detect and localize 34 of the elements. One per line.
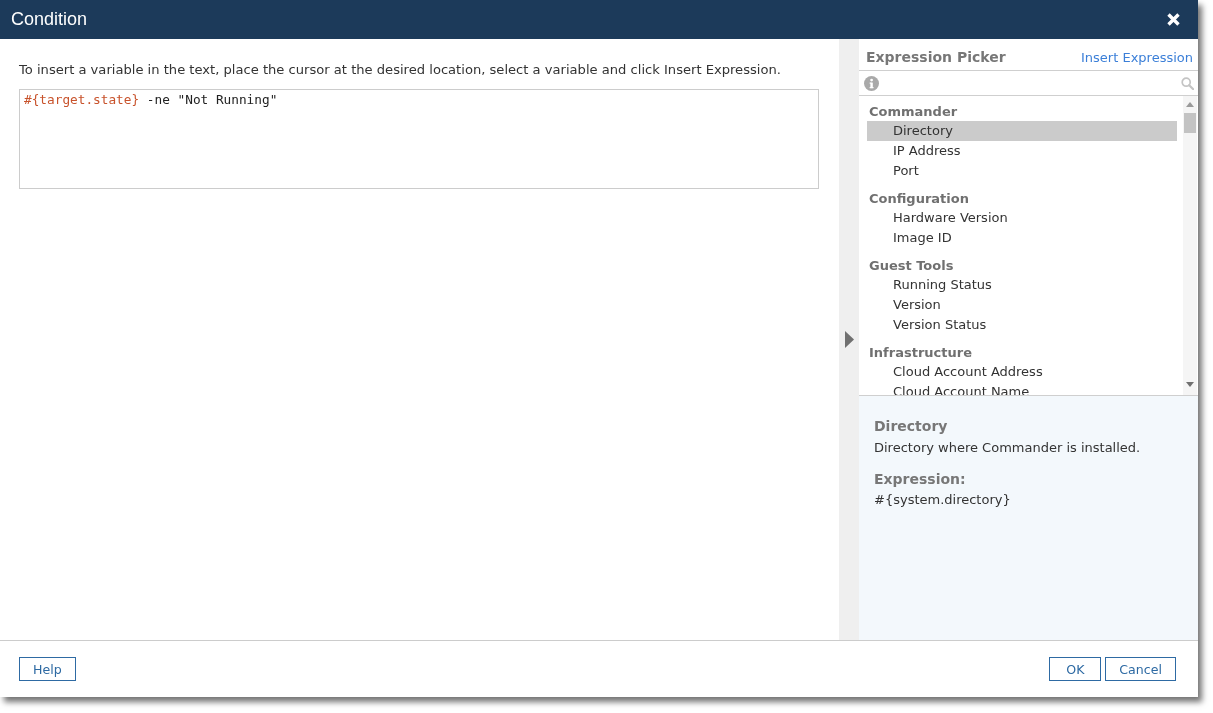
category-heading: Infrastructure	[868, 344, 973, 362]
expression-item[interactable]: Directory	[867, 121, 1177, 141]
expand-arrow-icon[interactable]	[844, 331, 854, 348]
category-heading: Commander	[868, 103, 959, 121]
expression-item[interactable]: Hardware Version	[867, 208, 1177, 228]
help-button[interactable]: Help	[19, 657, 76, 681]
condition-editor[interactable]: #{target.state} -ne "Not Running"	[19, 89, 819, 189]
expression-item[interactable]: Image ID	[867, 228, 1177, 248]
detail-title: Directory	[874, 417, 949, 435]
category-heading: Configuration	[868, 190, 970, 208]
instruction-text: To insert a variable in the text, place the cursor at the desired location, select a variable and click Insert Expression.	[19, 62, 782, 78]
info-icon[interactable]	[864, 75, 879, 91]
expression-item[interactable]: Cloud Account Address	[867, 362, 1177, 382]
search-field[interactable]	[859, 70, 1198, 96]
detail-description: Directory where Commander is installed.	[874, 440, 1142, 456]
expression-item[interactable]: Version	[867, 295, 1177, 315]
close-icon	[1167, 13, 1180, 26]
expression-item[interactable]: Version Status	[867, 315, 1177, 335]
insert-expression-link[interactable]: Insert Expression	[1081, 49, 1193, 65]
scrollbar-thumb[interactable]	[1184, 113, 1196, 133]
search-icon[interactable]	[1181, 76, 1194, 90]
scroll-down-icon[interactable]	[1186, 382, 1194, 387]
category-heading: Guest Tools	[868, 257, 955, 275]
expression-item[interactable]: IP Address	[867, 141, 1177, 161]
cancel-button[interactable]: Cancel	[1105, 657, 1176, 681]
window-title: Condition	[11, 9, 88, 30]
scroll-up-icon[interactable]	[1186, 102, 1194, 107]
ok-button[interactable]: OK	[1049, 657, 1102, 681]
picker-title: Expression Picker	[866, 49, 1006, 65]
expression-text: #{system.directory}	[874, 492, 1012, 508]
expression-item[interactable]: Running Status	[867, 275, 1177, 295]
close-button[interactable]	[1167, 13, 1180, 26]
expression-label: Expression:	[874, 470, 967, 488]
expression-item[interactable]: Port	[867, 161, 1177, 181]
